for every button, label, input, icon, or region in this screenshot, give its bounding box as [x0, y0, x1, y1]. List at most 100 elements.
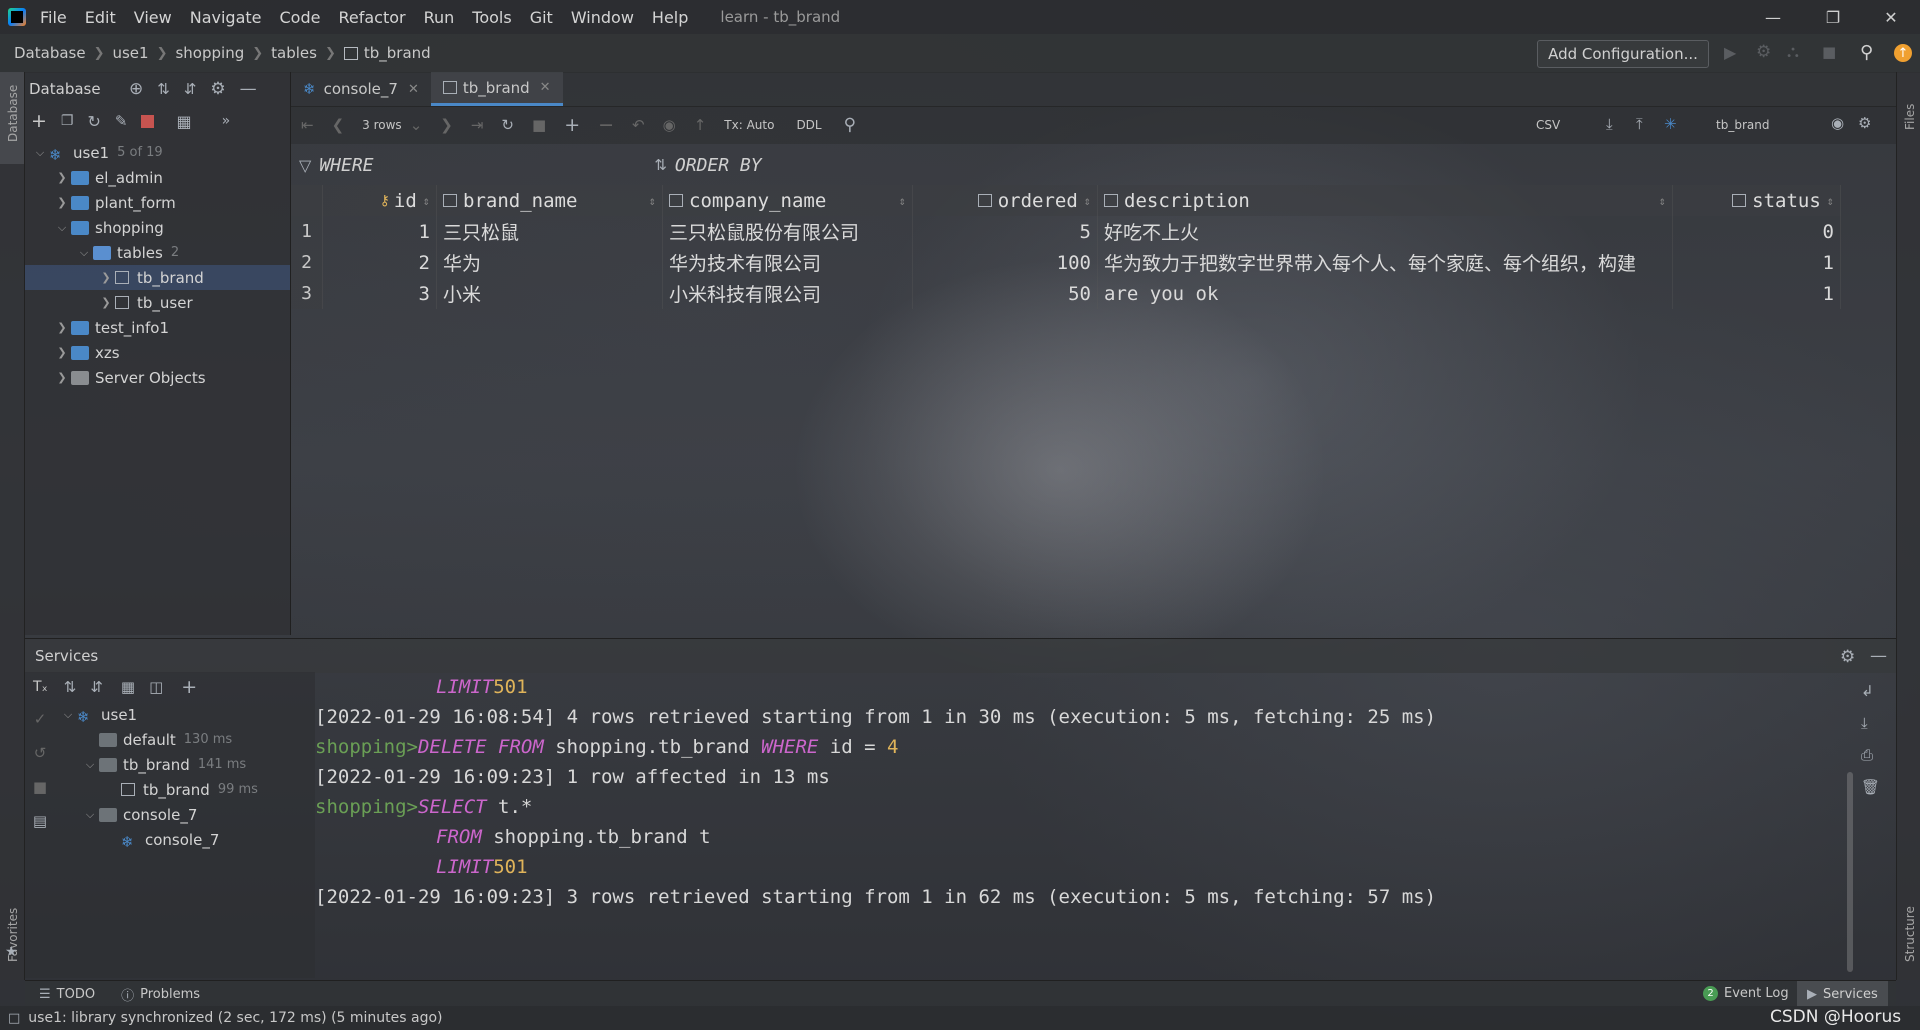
menu-tools[interactable]: Tools	[472, 8, 511, 27]
tree-item-xzs[interactable]: ❯ xzs	[25, 340, 290, 365]
scroll-to-end-icon[interactable]: ⤓	[1861, 714, 1868, 732]
breadcrumb-tb-brand[interactable]: tb_brand	[364, 44, 431, 62]
export-format-selector[interactable]: CSV	[1536, 118, 1560, 132]
menu-help[interactable]: Help	[652, 8, 688, 27]
cell-brand-name[interactable]: 小米	[437, 278, 663, 309]
close-window-button[interactable]: ✕	[1862, 0, 1920, 34]
cancel-icon[interactable]: ■	[532, 116, 546, 134]
chevron-right-icon[interactable]: ❯	[53, 346, 71, 359]
files-tool-label[interactable]: Files	[1903, 104, 1917, 130]
tree-item-tb-user[interactable]: ❯ tb_user	[25, 290, 290, 315]
chevron-down-icon[interactable]: ⌵	[75, 246, 93, 260]
cell-status[interactable]: 1	[1673, 247, 1841, 278]
hide-panel-icon[interactable]: —	[1870, 646, 1887, 666]
search-icon[interactable]: ⚲	[1860, 42, 1873, 63]
cell-description[interactable]: are you ok	[1098, 278, 1673, 309]
sort-arrows-icon[interactable]: ⇕	[899, 194, 906, 208]
tree-item-test-info1[interactable]: ❯ test_info1	[25, 315, 290, 340]
add-icon[interactable]: +	[31, 110, 47, 132]
menu-view[interactable]: View	[134, 8, 172, 27]
breadcrumb-shopping[interactable]: shopping	[175, 44, 244, 62]
cell-id[interactable]: 2	[323, 247, 437, 278]
datasource-selector[interactable]: tb_brand	[1716, 118, 1769, 132]
chevron-down-icon[interactable]: ⌵	[31, 146, 49, 160]
refresh-icon[interactable]: ↻	[87, 112, 100, 131]
menu-navigate[interactable]: Navigate	[190, 8, 262, 27]
settings-icon[interactable]: ⚙	[1858, 114, 1871, 132]
problems-tool-button[interactable]: ⓘ Problems	[121, 985, 200, 1004]
settings-icon[interactable]: ⚙	[210, 79, 225, 99]
cell-brand-name[interactable]: 三只松鼠	[437, 216, 663, 247]
menu-file[interactable]: File	[40, 8, 67, 27]
hide-panel-icon[interactable]: —	[240, 79, 257, 99]
column-header-status[interactable]: status ⇕	[1673, 185, 1841, 216]
delete-row-icon[interactable]: −	[598, 114, 614, 136]
table-row[interactable]: 3 3 小米 小米科技有限公司 50 are you ok 1	[291, 278, 1841, 309]
coverage-icon[interactable]: ⛬	[1787, 42, 1799, 62]
stop-icon[interactable]	[141, 114, 155, 128]
table-row[interactable]: 2 2 华为 华为技术有限公司 100 华为致力于把数字世界带入每个人、每个家庭…	[291, 247, 1841, 278]
tab-console-7[interactable]: ❄ console_7 ✕	[291, 72, 431, 106]
chevron-down-icon[interactable]: ⌄	[410, 116, 423, 134]
menu-edit[interactable]: Edit	[85, 8, 116, 27]
cell-id[interactable]: 3	[323, 278, 437, 309]
scrollbar[interactable]	[1847, 772, 1853, 972]
breadcrumb-tables[interactable]: tables	[271, 44, 317, 62]
eye-icon[interactable]: ◉	[1831, 114, 1844, 132]
cell-id[interactable]: 1	[323, 216, 437, 247]
cell-status[interactable]: 0	[1673, 216, 1841, 247]
chevron-right-icon[interactable]: ❯	[53, 321, 71, 334]
next-page-icon[interactable]: ❯	[440, 116, 453, 134]
upload-icon[interactable]: ⤒	[1636, 115, 1643, 133]
previous-page-icon[interactable]: ❮	[332, 116, 345, 134]
todo-tool-button[interactable]: ☰ TODO	[39, 987, 95, 1002]
close-icon[interactable]: ✕	[540, 80, 551, 95]
collapse-all-icon[interactable]: ⇵	[184, 80, 197, 98]
cell-company-name[interactable]: 小米科技有限公司	[663, 278, 913, 309]
transaction-icon[interactable]: Tₓ	[33, 679, 48, 695]
update-icon[interactable]: ↑	[1894, 44, 1912, 62]
soft-wrap-icon[interactable]: ↲	[1861, 682, 1874, 700]
cell-ordered[interactable]: 5	[913, 216, 1098, 247]
cell-ordered[interactable]: 100	[913, 247, 1098, 278]
menu-window[interactable]: Window	[571, 8, 634, 27]
edit-icon[interactable]: ✎	[115, 112, 128, 130]
revert-icon[interactable]: ↶	[632, 116, 645, 134]
chevron-down-icon[interactable]: ⌵	[81, 758, 99, 772]
stop-icon[interactable]: ■	[25, 770, 55, 804]
tree-item-el-admin[interactable]: ❯ el_admin	[25, 165, 290, 190]
sort-arrows-icon[interactable]: ⇕	[649, 194, 656, 208]
sort-arrows-icon[interactable]: ⇕	[1084, 194, 1091, 208]
chevron-down-icon[interactable]: ⌵	[81, 808, 99, 822]
add-configuration-button[interactable]: Add Configuration...	[1537, 40, 1709, 68]
copy-icon[interactable]: ❐	[61, 113, 74, 129]
rollback-icon[interactable]: ↺	[25, 736, 55, 770]
commit-icon[interactable]: ✓	[25, 702, 55, 736]
grid-icon[interactable]: ▦	[176, 112, 191, 131]
tree-item-shopping[interactable]: ⌵ shopping	[25, 215, 290, 240]
restore-button[interactable]: ❐	[1804, 0, 1862, 34]
run-icon[interactable]: ▶	[1724, 43, 1736, 62]
add-service-icon[interactable]: +	[181, 676, 197, 698]
table-row[interactable]: 1 1 三只松鼠 三只松鼠股份有限公司 5 好吃不上火 0	[291, 216, 1841, 247]
more-icon[interactable]: »	[222, 113, 231, 129]
service-item-console-7[interactable]: ⌵ console_7	[59, 802, 258, 827]
menu-refactor[interactable]: Refactor	[338, 8, 405, 27]
breadcrumb-use1[interactable]: use1	[112, 44, 148, 62]
service-item-default[interactable]: default 130 ms	[59, 727, 258, 752]
group-icon[interactable]: ▦	[121, 678, 135, 696]
panel-toggle-icon[interactable]: □	[8, 1011, 20, 1026]
target-icon[interactable]: ⊕	[129, 79, 143, 99]
filter-icon[interactable]: ◫	[149, 678, 163, 696]
cell-description[interactable]: 华为致力于把数字世界带入每个人、每个家庭、每个组织，构建	[1098, 247, 1673, 278]
tree-item-plant-form[interactable]: ❯ plant_form	[25, 190, 290, 215]
cell-description[interactable]: 好吃不上火	[1098, 216, 1673, 247]
column-header-brand-name[interactable]: brand_name ⇕	[437, 185, 663, 216]
expand-all-icon[interactable]: ⇅	[157, 80, 170, 98]
column-header-company-name[interactable]: company_name ⇕	[663, 185, 913, 216]
trash-icon[interactable]: 🗑	[1861, 778, 1880, 796]
chevron-right-icon[interactable]: ❯	[53, 371, 71, 384]
last-page-icon[interactable]: ⇥	[471, 116, 484, 134]
download-icon[interactable]: ⤓	[1606, 115, 1613, 133]
tab-tb-brand[interactable]: tb_brand ✕	[430, 72, 563, 106]
